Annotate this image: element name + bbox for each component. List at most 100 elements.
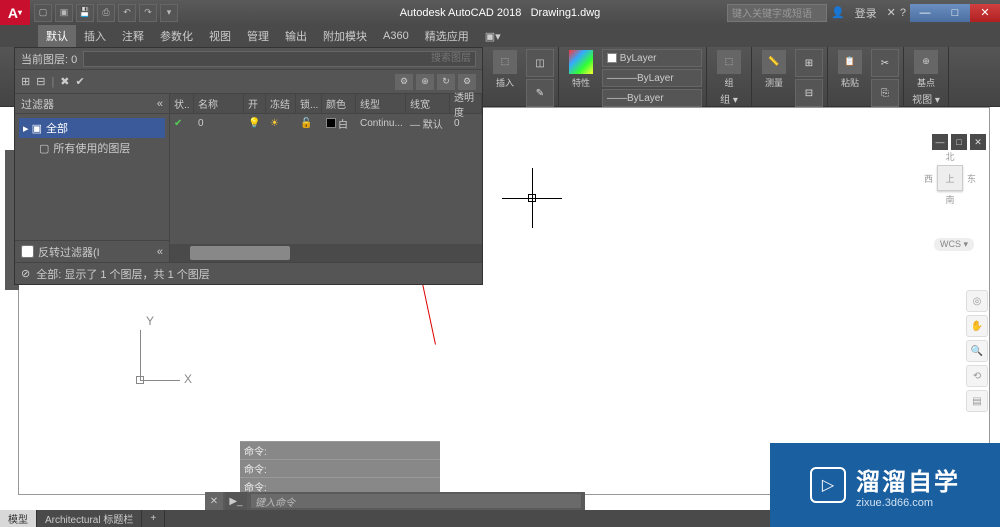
create-block-icon[interactable]: ◫ xyxy=(526,49,554,77)
measure-button[interactable]: 📏测量 xyxy=(756,49,792,89)
menu-parametric[interactable]: 参数化 xyxy=(152,25,201,47)
lp-tree-used[interactable]: ▢ 所有使用的图层 xyxy=(19,138,165,158)
nav-zoom-icon[interactable]: 🔍 xyxy=(966,340,988,362)
close-button[interactable]: ✕ xyxy=(970,4,1000,22)
utility-icon-1[interactable]: ⊞ xyxy=(795,49,823,77)
sun-icon[interactable]: ☀ xyxy=(270,118,279,129)
cmdline-prompt-icon[interactable]: ▶_ xyxy=(225,492,247,510)
cmdline-close-icon[interactable]: ✕ xyxy=(205,492,223,510)
lp-new-layer-vp-icon[interactable]: ⊟ xyxy=(36,75,45,88)
qat-save-icon[interactable]: 💾 xyxy=(76,4,94,22)
view-cube[interactable]: 北 西 上 东 南 xyxy=(920,150,980,230)
lp-layer-row[interactable]: ✔ 0 💡 ☀ 🔓 白 Continu... — 默认 0 xyxy=(170,114,482,132)
menu-addins[interactable]: 附加模块 xyxy=(315,25,375,47)
bulb-icon[interactable]: 💡 xyxy=(248,118,260,129)
cut-icon[interactable]: ✂ xyxy=(871,49,899,77)
lp-search-input[interactable] xyxy=(83,51,476,67)
nav-orbit-icon[interactable]: ⟲ xyxy=(966,365,988,387)
lp-refresh-icon[interactable]: ↻ xyxy=(437,74,455,90)
color-dropdown[interactable]: ByLayer xyxy=(602,49,702,67)
navcube-north[interactable]: 北 xyxy=(945,150,954,163)
tab-add[interactable]: + xyxy=(142,510,165,527)
nav-pan-icon[interactable]: ✋ xyxy=(966,315,988,337)
properties-button[interactable]: 特性 xyxy=(563,49,599,89)
lp-col-status[interactable]: 状.. xyxy=(170,94,194,113)
lp-set-current-icon[interactable]: ✔ xyxy=(76,75,85,88)
navcube-top[interactable]: 上 xyxy=(937,165,963,191)
lp-col-on[interactable]: 开 xyxy=(244,94,266,113)
lp-col-color[interactable]: 颜色 xyxy=(322,94,356,113)
qat-saveas-icon[interactable]: ⎙ xyxy=(97,4,115,22)
maximize-button[interactable]: □ xyxy=(940,4,970,22)
basepoint-button[interactable]: ⊕基点 xyxy=(908,49,944,89)
navcube-east[interactable]: 东 xyxy=(967,172,976,185)
menu-output[interactable]: 输出 xyxy=(277,25,315,47)
lp-col-lock[interactable]: 锁... xyxy=(296,94,322,113)
ribbon-label-group[interactable]: 组 ▾ xyxy=(711,89,747,106)
tab-model[interactable]: 模型 xyxy=(0,510,37,527)
menu-view[interactable]: 视图 xyxy=(201,25,239,47)
lp-invert-checkbox[interactable] xyxy=(21,245,34,258)
insert-block-button[interactable]: ⬚插入 xyxy=(487,49,523,89)
minimize-button[interactable]: — xyxy=(910,4,940,22)
infocenter-icon[interactable]: 👤 xyxy=(831,6,845,19)
login-button[interactable]: 登录 xyxy=(855,5,877,21)
lp-col-lweight[interactable]: 线宽 xyxy=(406,94,450,113)
lp-col-ltype[interactable]: 线型 xyxy=(356,94,406,113)
lp-col-trans[interactable]: 透明度 xyxy=(450,94,482,113)
lock-icon[interactable]: 🔓 xyxy=(300,118,312,129)
lp-settings-icon[interactable]: ⚙ xyxy=(458,74,476,90)
group-button[interactable]: ⬚组 xyxy=(711,49,747,89)
menu-annotate[interactable]: 注释 xyxy=(114,25,152,47)
lp-cell-name[interactable]: 0 xyxy=(194,114,244,132)
menu-featured[interactable]: 精选应用 xyxy=(417,25,477,47)
nav-wheel-icon[interactable]: ◎ xyxy=(966,290,988,312)
lp-tree-all[interactable]: ▸ ▣ 全部 xyxy=(19,118,165,138)
lp-delete-layer-icon[interactable]: ✖ xyxy=(60,75,69,88)
qat-new-icon[interactable]: ▢ xyxy=(34,4,52,22)
lp-cell-lweight[interactable]: — 默认 xyxy=(406,114,450,132)
ribbon-label-view[interactable]: 视图 ▾ xyxy=(908,89,944,106)
navcube-west[interactable]: 西 xyxy=(924,172,933,185)
lp-collapse-icon[interactable]: « xyxy=(157,98,163,110)
wcs-badge[interactable]: WCS ▾ xyxy=(934,238,974,251)
menu-a360[interactable]: A360 xyxy=(375,25,417,47)
navcube-south[interactable]: 南 xyxy=(945,193,954,206)
help-search-input[interactable]: 键入关键字或短语 xyxy=(727,4,827,22)
lp-hscrollbar[interactable] xyxy=(170,244,482,262)
vp-restore-icon[interactable]: □ xyxy=(951,134,967,150)
vp-close-icon[interactable]: ✕ xyxy=(970,134,986,150)
menu-manage[interactable]: 管理 xyxy=(239,25,277,47)
lp-filter-new-icon[interactable]: ⊕ xyxy=(416,74,434,90)
qat-redo-icon[interactable]: ↷ xyxy=(139,4,157,22)
vp-minimize-icon[interactable]: — xyxy=(932,134,948,150)
menu-more-icon[interactable]: ▣▾ xyxy=(477,25,509,47)
app-icon[interactable]: A▾ xyxy=(0,0,30,25)
edit-block-icon[interactable]: ✎ xyxy=(526,79,554,107)
lp-new-layer-icon[interactable]: ⊞ xyxy=(21,75,30,88)
lp-col-name[interactable]: 名称 xyxy=(194,94,244,113)
utility-icon-2[interactable]: ⊟ xyxy=(795,79,823,107)
menu-insert[interactable]: 插入 xyxy=(76,25,114,47)
lp-col-freeze[interactable]: 冻结 xyxy=(266,94,296,113)
nav-showmotion-icon[interactable]: ▤ xyxy=(966,390,988,412)
qat-open-icon[interactable]: ▣ xyxy=(55,4,73,22)
tab-layout1[interactable]: Architectural 标题栏 xyxy=(37,510,142,527)
lp-status-icon[interactable]: ⊘ xyxy=(21,267,30,280)
command-input[interactable]: 键入命令 xyxy=(251,494,581,508)
linetype-dropdown[interactable]: —— ByLayer xyxy=(602,89,702,107)
lp-state-icon[interactable]: ⚙ xyxy=(395,74,413,90)
exchange-icon[interactable]: ✕ xyxy=(887,6,896,19)
lineweight-dropdown[interactable]: ——— ByLayer xyxy=(602,69,702,87)
lp-cell-ltype[interactable]: Continu... xyxy=(356,114,406,132)
lp-invert-filter[interactable]: 反转过滤器(I « xyxy=(15,240,169,262)
paste-button[interactable]: 📋粘贴 xyxy=(832,49,868,89)
qat-dropdown-icon[interactable]: ▾ xyxy=(160,4,178,22)
qat-undo-icon[interactable]: ↶ xyxy=(118,4,136,22)
help-icon[interactable]: ? xyxy=(900,7,906,19)
menu-default[interactable]: 默认 xyxy=(38,25,76,47)
copy-icon[interactable]: ⎘ xyxy=(871,79,899,107)
lp-cell-trans[interactable]: 0 xyxy=(450,114,482,132)
color-swatch-icon[interactable] xyxy=(326,118,336,128)
lp-expand-icon[interactable]: « xyxy=(157,246,163,258)
